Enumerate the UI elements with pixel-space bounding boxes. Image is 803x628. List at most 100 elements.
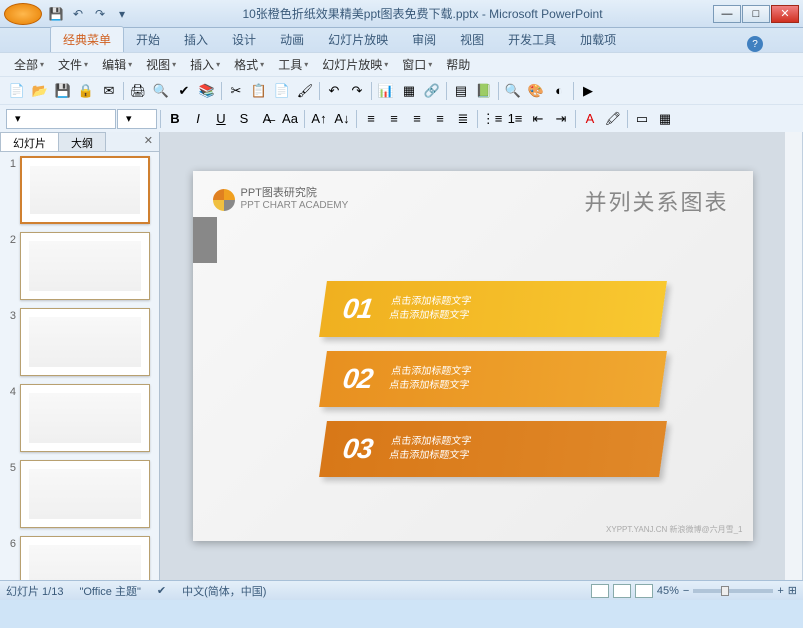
menu-insert[interactable]: 插入▾ <box>184 54 226 75</box>
tab-insert[interactable]: 插入 <box>172 27 220 52</box>
tab-design[interactable]: 设计 <box>220 27 268 52</box>
current-slide[interactable]: PPT图表研究院 PPT CHART ACADEMY 并列关系图表 01 点击添… <box>193 171 753 541</box>
thumbnail-1[interactable]: 1 <box>4 156 155 224</box>
redo-icon[interactable]: ↷ <box>346 80 368 102</box>
font-color-icon[interactable]: A <box>579 108 601 130</box>
print-icon[interactable]: 🖨 <box>127 80 149 102</box>
redo-icon[interactable]: ↷ <box>90 4 110 24</box>
menu-slideshow[interactable]: 幻灯片放映▾ <box>316 54 394 75</box>
save-icon[interactable]: 💾 <box>52 80 74 102</box>
new-icon[interactable]: 📄 <box>6 80 28 102</box>
italic-icon[interactable]: I <box>187 108 209 130</box>
menu-window[interactable]: 窗口▾ <box>396 54 438 75</box>
shrink-font-icon[interactable]: A↓ <box>331 108 353 130</box>
permission-icon[interactable]: 🔒 <box>75 80 97 102</box>
grow-font-icon[interactable]: A↑ <box>308 108 330 130</box>
copy-icon[interactable]: 📋 <box>248 80 270 102</box>
fit-window-icon[interactable]: ⊞ <box>788 584 797 597</box>
bold-icon[interactable]: B <box>164 108 186 130</box>
tab-classic-menu[interactable]: 经典菜单 <box>50 26 124 52</box>
research-icon[interactable]: 📚 <box>196 80 218 102</box>
email-icon[interactable]: ✉ <box>98 80 120 102</box>
thumbnail-2[interactable]: 2 <box>4 232 155 300</box>
slideshow-view-icon[interactable] <box>635 584 653 598</box>
zoom-value[interactable]: 45% <box>657 585 679 597</box>
thumbnail-6[interactable]: 6 <box>4 536 155 580</box>
qat-dropdown-icon[interactable]: ▾ <box>112 4 132 24</box>
save-icon[interactable]: 💾 <box>46 4 66 24</box>
tab-animation[interactable]: 动画 <box>268 27 316 52</box>
thumbnails-list[interactable]: 1 2 3 4 5 6 <box>0 152 159 580</box>
menu-edit[interactable]: 编辑▾ <box>96 54 138 75</box>
thumbnail-4[interactable]: 4 <box>4 384 155 452</box>
close-button[interactable]: ✕ <box>771 5 799 23</box>
undo-icon[interactable]: ↶ <box>323 80 345 102</box>
justify-icon[interactable]: ≡ <box>429 108 451 130</box>
office-button[interactable] <box>4 3 42 25</box>
align-right-icon[interactable]: ≡ <box>406 108 428 130</box>
font-size-combo[interactable]: ▾ <box>117 109 157 129</box>
cut-icon[interactable]: ✂ <box>225 80 247 102</box>
strike-icon[interactable]: A̶ <box>256 108 278 130</box>
paste-icon[interactable]: 📄 <box>271 80 293 102</box>
menu-format[interactable]: 格式▾ <box>228 54 270 75</box>
align-left-icon[interactable]: ≡ <box>360 108 382 130</box>
zoom-out-icon[interactable]: − <box>683 585 689 597</box>
hyperlink-icon[interactable]: 🔗 <box>421 80 443 102</box>
tab-developer[interactable]: 开发工具 <box>496 27 568 52</box>
new-slide-icon[interactable]: ▭ <box>631 108 653 130</box>
panel-close-icon[interactable]: ✕ <box>138 132 159 151</box>
distribute-icon[interactable]: ≣ <box>452 108 474 130</box>
color-icon[interactable]: 🎨 <box>525 80 547 102</box>
language-indicator[interactable]: 中文(简体，中国) <box>182 583 266 599</box>
outline-tab[interactable]: 大纲 <box>58 132 106 151</box>
maximize-button[interactable]: □ <box>742 5 770 23</box>
underline-icon[interactable]: U <box>210 108 232 130</box>
minimize-button[interactable]: — <box>713 5 741 23</box>
indent-inc-icon[interactable]: ⇥ <box>550 108 572 130</box>
menu-view[interactable]: 视图▾ <box>140 54 182 75</box>
menu-tools[interactable]: 工具▾ <box>272 54 314 75</box>
undo-icon[interactable]: ↶ <box>68 4 88 24</box>
zoom-in-icon[interactable]: + <box>777 585 783 597</box>
slide-editor[interactable]: PPT图表研究院 PPT CHART ACADEMY 并列关系图表 01 点击添… <box>160 132 785 580</box>
chart-icon[interactable]: 📊 <box>375 80 397 102</box>
excel-icon[interactable]: 📗 <box>473 80 495 102</box>
menu-help[interactable]: 帮助 <box>440 54 476 75</box>
thumbnail-3[interactable]: 3 <box>4 308 155 376</box>
align-center-icon[interactable]: ≡ <box>383 108 405 130</box>
tables-icon[interactable]: ▤ <box>450 80 472 102</box>
zoom-in-icon[interactable]: 🔍 <box>502 80 524 102</box>
sorter-view-icon[interactable] <box>613 584 631 598</box>
bullets-icon[interactable]: ⋮≡ <box>481 108 503 130</box>
tab-review[interactable]: 审阅 <box>400 27 448 52</box>
format-painter-icon[interactable]: 🖌 <box>294 80 316 102</box>
help-icon[interactable]: ? <box>747 36 763 52</box>
scrollbar-vertical[interactable] <box>785 132 803 580</box>
shadow-icon[interactable]: S <box>233 108 255 130</box>
menu-all[interactable]: 全部▾ <box>8 54 50 75</box>
spell-check-icon[interactable]: ✔ <box>157 584 166 597</box>
grayscale-icon[interactable]: ◐ <box>548 80 570 102</box>
tab-home[interactable]: 开始 <box>124 27 172 52</box>
tab-view[interactable]: 视图 <box>448 27 496 52</box>
menu-file[interactable]: 文件▾ <box>52 54 94 75</box>
layout-icon[interactable]: ▦ <box>654 108 676 130</box>
table-icon[interactable]: ▦ <box>398 80 420 102</box>
normal-view-icon[interactable] <box>591 584 609 598</box>
tab-slideshow[interactable]: 幻灯片放映 <box>316 27 400 52</box>
change-case-icon[interactable]: Aa <box>279 108 301 130</box>
highlight-icon[interactable]: 🖍 <box>602 108 624 130</box>
open-icon[interactable]: 📂 <box>29 80 51 102</box>
tab-addins[interactable]: 加载项 <box>568 27 628 52</box>
indent-dec-icon[interactable]: ⇤ <box>527 108 549 130</box>
slides-tab[interactable]: 幻灯片 <box>0 132 59 151</box>
thumbnail-5[interactable]: 5 <box>4 460 155 528</box>
spell-icon[interactable]: ✔ <box>173 80 195 102</box>
status-bar: 幻灯片 1/13 "Office 主题" ✔ 中文(简体，中国) 45% − +… <box>0 580 803 600</box>
zoom-slider[interactable] <box>693 589 773 593</box>
slideshow-icon[interactable]: ▶ <box>577 80 599 102</box>
numbering-icon[interactable]: 1≡ <box>504 108 526 130</box>
font-family-combo[interactable]: ▾ <box>6 109 116 129</box>
preview-icon[interactable]: 🔍 <box>150 80 172 102</box>
